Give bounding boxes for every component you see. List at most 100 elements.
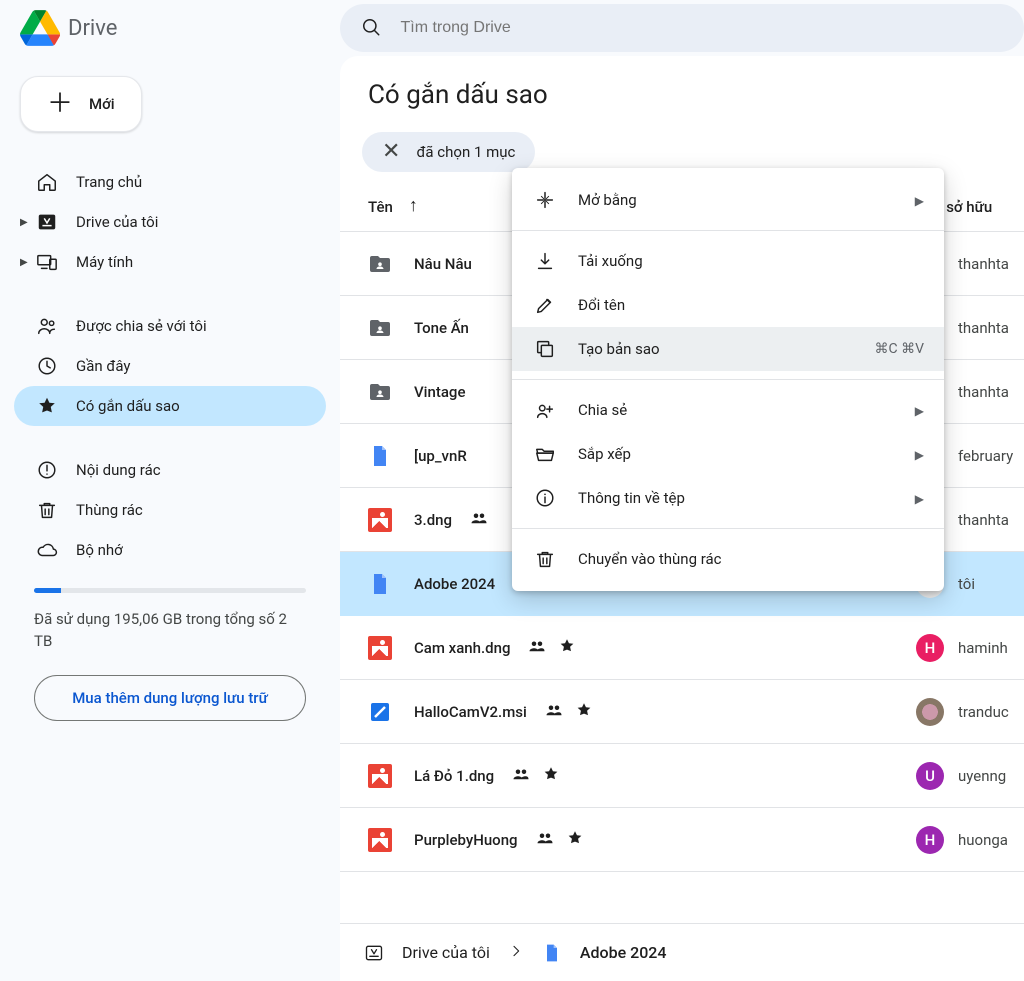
trash-icon [36, 499, 58, 521]
owner-avatar: H [916, 634, 944, 662]
menu-organize[interactable]: Sắp xếp▶ [512, 432, 944, 476]
menu-openWith[interactable]: Mở bằng ▶ [512, 178, 944, 222]
info-icon [534, 487, 556, 509]
file-name: Lá Đỏ 1.dng [414, 767, 494, 785]
shared-icon [470, 509, 488, 531]
owner-avatar: U [916, 762, 944, 790]
file-row[interactable]: Cam xanh.dng Hhaminh [340, 616, 1024, 680]
file-type-icon [368, 316, 392, 340]
nav-spam[interactable]: Nội dung rác [14, 450, 326, 490]
folder-open-icon [534, 443, 556, 465]
owner-name: haminh [958, 639, 1008, 657]
chevron-right-icon: ▶ [915, 194, 924, 208]
nav-label: Có gắn dấu sao [76, 397, 180, 415]
breadcrumb-current: Adobe 2024 [580, 943, 667, 962]
nav-my-drive[interactable]: ▶ Drive của tôi [14, 202, 326, 242]
nav-label: Bộ nhớ [76, 541, 123, 559]
chevron-right-icon: ▶ [915, 492, 924, 506]
open-with-icon [534, 189, 556, 211]
menu-shortcut: ⌘C ⌘V [875, 341, 925, 357]
nav-primary: Trang chủ ▶ Drive của tôi ▶ Máy tính [14, 162, 326, 282]
menu-trash[interactable]: Chuyển vào thùng rác [512, 537, 944, 581]
menu-rename[interactable]: Đổi tên [512, 283, 944, 327]
search-input[interactable] [400, 19, 1004, 37]
nav-storage[interactable]: Bộ nhớ [14, 530, 326, 570]
drive-logo-icon [20, 8, 60, 48]
file-name: Nâu Nâu [414, 255, 472, 273]
trash-icon [534, 548, 556, 570]
devices-icon [36, 251, 58, 273]
shared-icon [512, 765, 530, 787]
nav-home[interactable]: Trang chủ [14, 162, 326, 202]
file-name: [up_vnR [414, 447, 467, 465]
new-button[interactable]: ＋ Mới [20, 76, 142, 132]
file-name: PurplebyHuong [414, 831, 518, 849]
selection-chip: ✕ đã chọn 1 mục [362, 132, 535, 172]
rename-icon [534, 294, 556, 316]
buy-storage-button[interactable]: Mua thêm dung lượng lưu trữ [34, 675, 306, 721]
search-icon [360, 16, 382, 40]
nav-trash[interactable]: Thùng rác [14, 490, 326, 530]
owner-avatar: H [916, 826, 944, 854]
shared-icon [545, 701, 563, 723]
breadcrumb-root[interactable]: Drive của tôi [402, 943, 490, 962]
file-name: HalloCamV2.msi [414, 703, 527, 721]
menu-label: Mở bằng [578, 191, 893, 209]
file-type-icon [368, 764, 392, 788]
menu-label: Tải xuống [578, 252, 924, 270]
owner-name: uyenng [958, 767, 1006, 785]
star-icon [558, 637, 576, 659]
app-header: Drive [0, 0, 1024, 56]
nav-label: Được chia sẻ với tôi [76, 317, 207, 335]
star-icon [542, 765, 560, 787]
new-button-label: Mới [89, 95, 115, 113]
file-row[interactable]: HalloCamV2.msi tranduc [340, 680, 1024, 744]
page-title: Có gắn dấu sao [340, 80, 1024, 132]
nav-computers[interactable]: ▶ Máy tính [14, 242, 326, 282]
file-name: Cam xanh.dng [414, 639, 510, 657]
breadcrumb: Drive của tôi Adobe 2024 [340, 923, 1024, 981]
file-name: 3.dng [414, 511, 452, 529]
nav-secondary: Được chia sẻ với tôi Gần đây Có gắn dấu … [14, 306, 326, 426]
nav-label: Drive của tôi [76, 213, 158, 231]
star-icon [566, 829, 584, 851]
download-icon [534, 250, 556, 272]
nav-shared[interactable]: Được chia sẻ với tôi [14, 306, 326, 346]
expand-icon[interactable]: ▶ [20, 257, 28, 268]
file-name: Vintage [414, 383, 465, 401]
nav-label: Thùng rác [76, 501, 143, 519]
expand-icon[interactable]: ▶ [20, 217, 28, 228]
menu-copy[interactable]: Tạo bản sao ⌘C ⌘V [512, 327, 944, 371]
file-row[interactable]: Lá Đỏ 1.dng Uuyenng [340, 744, 1024, 808]
storage-text: Đã sử dụng 195,06 GB trong tổng số 2 TB [34, 609, 306, 653]
search-bar[interactable] [340, 4, 1024, 52]
owner-name: tranduc [958, 703, 1009, 721]
drive-square-icon [364, 943, 384, 963]
menu-label: Chia sẻ [578, 401, 893, 419]
menu-label: Tạo bản sao [578, 340, 853, 358]
file-type-icon [368, 572, 392, 596]
sidebar: ＋ Mới Trang chủ ▶ Drive của tôi ▶ Máy tí… [0, 56, 340, 981]
clock-icon [36, 355, 58, 377]
menu-label: Sắp xếp [578, 445, 893, 463]
cloud-icon [36, 539, 58, 561]
chevron-right-icon: ▶ [915, 404, 924, 418]
owner-name: thanhta [958, 255, 1009, 273]
shared-icon [536, 829, 554, 851]
col-name-label: Tên [368, 198, 393, 216]
nav-recent[interactable]: Gần đây [14, 346, 326, 386]
owner-name: february [958, 447, 1013, 465]
menu-download[interactable]: Tải xuống [512, 239, 944, 283]
file-name: Adobe 2024 [414, 575, 495, 593]
nav-label: Trang chủ [76, 173, 142, 191]
nav-starred[interactable]: Có gắn dấu sao [14, 386, 326, 426]
owner-name: thanhta [958, 383, 1009, 401]
people-icon [36, 315, 58, 337]
file-row[interactable]: PurplebyHuongHhuonga [340, 808, 1024, 872]
owner-name: thanhta [958, 319, 1009, 337]
owner-name: tôi [958, 575, 975, 593]
menu-label: Chuyển vào thùng rác [578, 550, 924, 568]
drive-square-icon [36, 211, 58, 233]
menu-fileInfo[interactable]: Thông tin về tệp▶ [512, 476, 944, 520]
menu-share[interactable]: Chia sẻ ▶ [512, 388, 944, 432]
